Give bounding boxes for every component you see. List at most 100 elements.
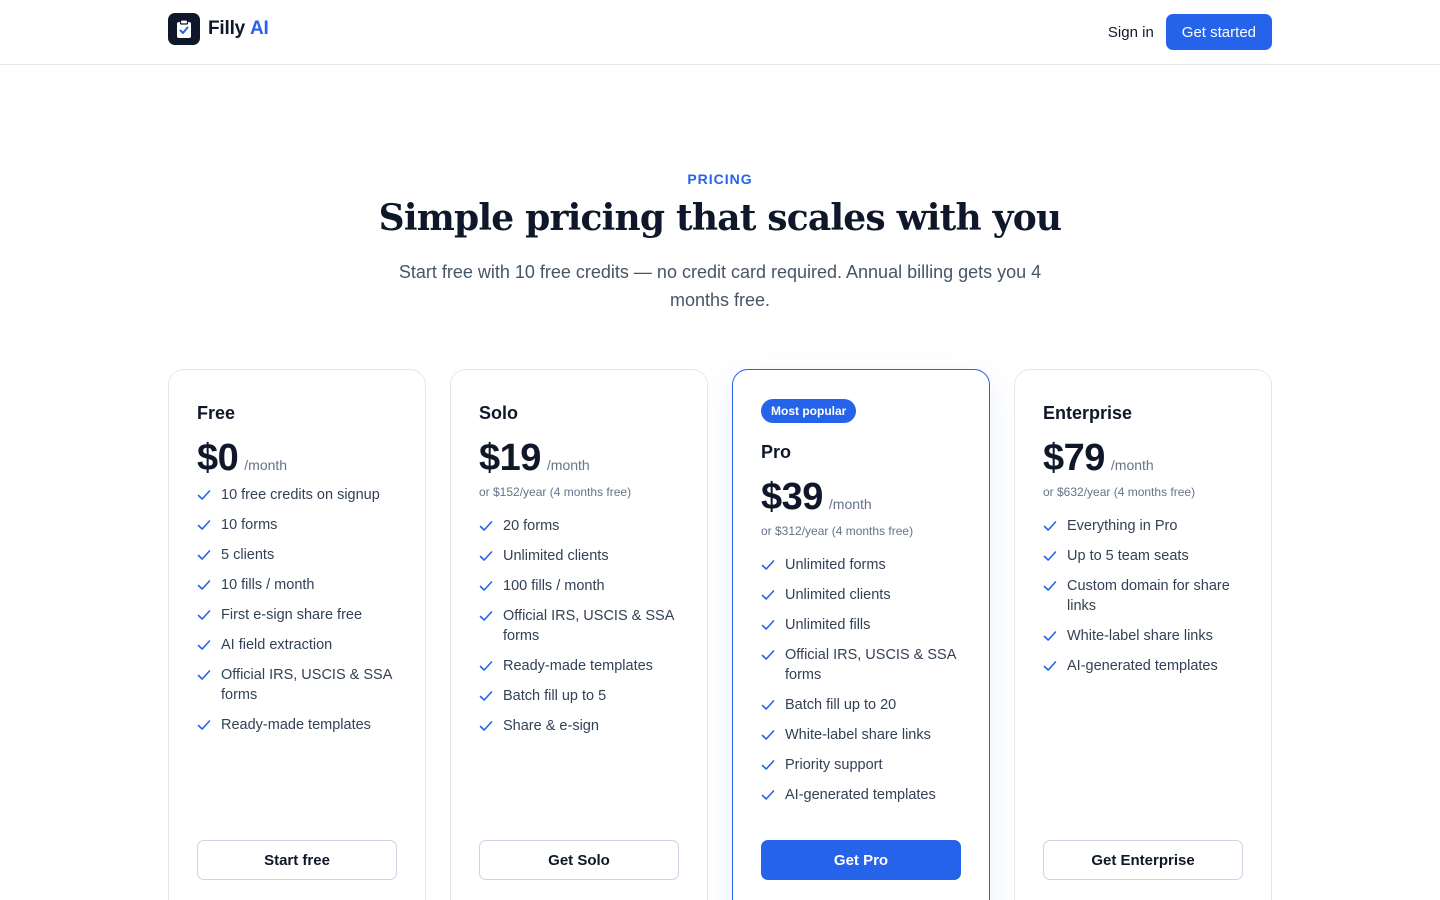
check-icon [479,606,495,626]
check-icon [479,516,495,536]
feature-item: First e-sign share free [197,605,397,625]
feature-item: Up to 5 team seats [1043,546,1243,566]
price-row: $39 /month [761,476,961,520]
feature-item: 5 clients [197,545,397,565]
plan-card-enterprise: Enterprise $79 /month or $632/year (4 mo… [1014,369,1272,900]
feature-list: Unlimited forms Unlimited clients Unlimite… [761,555,961,805]
get-pro-button[interactable]: Get Pro [761,840,961,880]
feature-list: Everything in Pro Up to 5 team seats Custo… [1043,516,1243,676]
check-icon [761,615,777,635]
check-icon [197,515,213,535]
feature-item: Batch fill up to 20 [761,695,961,715]
check-icon [479,686,495,706]
feature-item: AI-generated templates [1043,656,1243,676]
check-icon [761,725,777,745]
most-popular-badge: Most popular [761,399,857,423]
plan-price: $0 [197,437,239,479]
feature-list: 10 free credits on signup 10 forms 5 clien… [197,485,397,735]
check-icon [761,695,777,715]
feature-item: 20 forms [479,516,679,536]
sign-in-link[interactable]: Sign in [1108,24,1154,41]
nav-actions: Sign in Get started [1108,14,1272,50]
check-icon [761,645,777,665]
check-icon [761,755,777,775]
check-icon [197,545,213,565]
feature-text: 10 fills / month [221,577,315,593]
feature-text: Unlimited forms [785,557,886,573]
brand-logo[interactable]: Filly AI [168,13,269,45]
annual-price-note: or $632/year (4 months free) [1043,485,1196,499]
feature-text: Official IRS, USCIS & SSA forms [503,608,674,644]
plan-card-solo: Solo $19 /month or $152/year (4 months f… [450,369,708,900]
feature-text: Up to 5 team seats [1067,548,1189,564]
feature-list: 20 forms Unlimited clients 100 fills / mon… [479,516,679,736]
check-icon [1043,656,1059,676]
feature-text: First e-sign share free [221,607,363,623]
feature-item: Unlimited clients [761,585,961,605]
check-icon [1043,516,1059,536]
check-icon [479,546,495,566]
page-subtitle: Start free with 10 free credits — no cre… [398,262,1042,310]
check-icon [761,785,777,805]
price-row: $79 /month [1043,437,1243,481]
feature-item: Unlimited fills [761,615,961,635]
feature-text: Unlimited clients [785,587,891,603]
price-period: /month [244,457,288,473]
feature-item: Everything in Pro [1043,516,1243,536]
feature-text: 20 forms [503,518,560,534]
plan-card-free: Free $0 /month 10 free credits on signup… [168,369,426,900]
check-icon [197,635,213,655]
feature-text: Official IRS, USCIS & SSA forms [785,647,956,683]
get-solo-button[interactable]: Get Solo [479,840,679,880]
feature-text: Unlimited fills [785,617,871,633]
brand-name-accent: AI [250,18,269,39]
get-started-button[interactable]: Get started [1165,14,1272,50]
feature-item: 10 fills / month [197,575,397,595]
feature-item: Ready-made templates [479,656,679,676]
get-enterprise-button[interactable]: Get Enterprise [1043,840,1243,880]
check-icon [1043,626,1059,646]
plan-card-pro: Most popular Pro $39 /month or $312/year… [732,369,990,900]
feature-text: AI field extraction [221,637,333,653]
check-icon [479,656,495,676]
plan-price: $79 [1043,437,1105,479]
feature-item: 100 fills / month [479,576,679,596]
feature-text: Everything in Pro [1067,518,1178,534]
feature-text: Ready-made templates [221,717,371,733]
check-icon [197,665,213,685]
check-icon [1043,546,1059,566]
brand-name: Filly AI [208,18,269,40]
feature-item: AI field extraction [197,635,397,655]
feature-text: AI-generated templates [1067,658,1218,674]
feature-text: 10 free credits on signup [221,487,380,503]
feature-item: Batch fill up to 5 [479,686,679,706]
brand-name-main: Filly [208,18,246,39]
feature-item: Official IRS, USCIS & SSA forms [479,606,679,646]
feature-text: Batch fill up to 20 [785,697,897,713]
start-free-button[interactable]: Start free [197,840,397,880]
check-icon [761,555,777,575]
check-icon [761,585,777,605]
price-row: $0 /month [197,437,397,481]
feature-text: White-label share links [1067,628,1213,644]
feature-text: Official IRS, USCIS & SSA forms [221,667,392,703]
feature-text: Share & e-sign [503,718,599,734]
price-period: /month [1110,457,1154,473]
clipboard-check-icon [168,13,200,45]
check-icon [1043,576,1059,596]
plan-name: Enterprise [1043,403,1133,423]
section-eyebrow: PRICING [687,171,753,187]
top-nav: Filly AI Sign in Get started [0,0,1440,65]
feature-text: Batch fill up to 5 [503,688,607,704]
check-icon [197,485,213,505]
feature-item: Share & e-sign [479,716,679,736]
price-period: /month [828,496,872,512]
feature-text: 5 clients [221,547,275,563]
check-icon [197,605,213,625]
feature-text: Unlimited clients [503,548,609,564]
feature-item: Priority support [761,755,961,775]
price-period: /month [546,457,590,473]
feature-item: Official IRS, USCIS & SSA forms [197,665,397,705]
feature-text: Priority support [785,757,883,773]
plan-price: $39 [761,476,823,518]
